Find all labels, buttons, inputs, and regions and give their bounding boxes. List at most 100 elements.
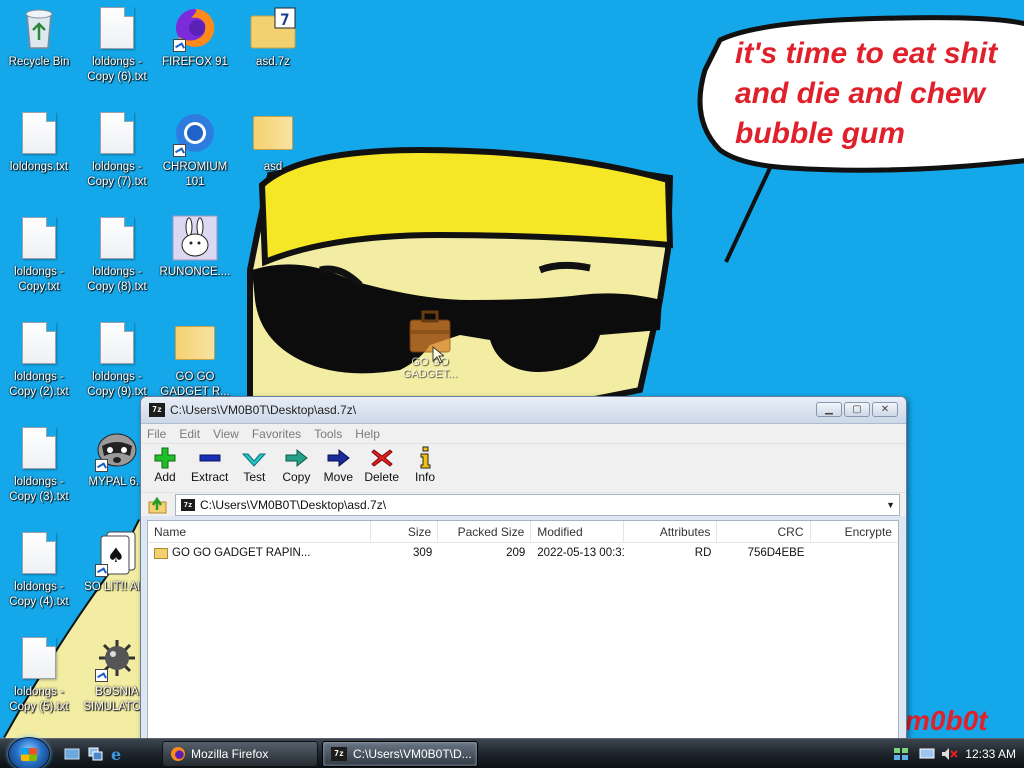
icon-label: loldongs - Copy (4).txt [9,581,69,608]
desktop-icon-txt[interactable]: loldongs - Copy (3).txt [1,424,77,524]
folder-icon [154,547,168,559]
text-file-icon [22,427,56,469]
menu-file[interactable]: File [147,427,166,441]
text-file-icon [22,322,56,364]
column-crc[interactable]: CRC [717,521,811,542]
taskbar: e Mozilla Firefox 7z C:\Users\VM0B0T\D..… [0,737,1024,768]
taskbar-button-7zip[interactable]: 7z C:\Users\VM0B0T\D... [322,741,478,767]
desktop-icon-7z[interactable]: 7 asd.7z [235,4,311,104]
archive-7z-icon: 7 [250,7,296,49]
dragged-item-label: GO GO GADGET... [402,356,458,380]
desktop-icon-txt[interactable]: loldongs.txt [1,109,77,209]
window-title-bar[interactable]: 7z C:\Users\VM0B0T\Desktop\asd.7z\ ▁ ▢ ✕ [141,397,906,424]
display-icon[interactable] [919,747,937,761]
chevron-down-icon[interactable]: ▼ [886,500,895,510]
info-icon [420,446,431,469]
desktop-icon-recycle-bin[interactable]: Recycle Bin [1,4,77,104]
desktop-icon-txt[interactable]: loldongs - Copy (7).txt [79,109,155,209]
column-encrypted[interactable]: Encrypte [811,521,898,542]
table-row[interactable]: GO GO GADGET RAPIN... 309 209 2022-05-13… [148,543,898,563]
menu-view[interactable]: View [213,427,239,441]
column-modified[interactable]: Modified [531,521,625,542]
desktop-icon-txt[interactable]: loldongs - Copy (4).txt [1,529,77,629]
cell-name: GO GO GADGET RAPIN... [172,547,311,559]
desktop-icon-firefox[interactable]: FIREFOX 91 [157,4,233,104]
menu-favorites[interactable]: Favorites [252,427,301,441]
icon-label: loldongs - Copy (3).txt [9,476,69,503]
speech-line-2: and die and chew [735,77,987,110]
copy-button[interactable]: Copy [280,446,312,484]
desktop-icon-txt[interactable]: loldongs - Copy (6).txt [79,4,155,104]
desktop-icon-chromium[interactable]: CHROMIUM 101 [157,109,233,209]
up-folder-button[interactable] [147,495,169,515]
volume-muted-icon[interactable] [941,747,959,761]
internet-explorer-icon[interactable]: e [111,747,127,761]
list-header: Name Size Packed Size Modified Attribute… [148,521,898,543]
desktop-icon-txt[interactable]: loldongs - Copy.txt [1,214,77,314]
desktop-icon-folder[interactable]: asd [235,109,311,209]
text-file-icon [22,112,56,154]
extract-icon [199,454,221,462]
speech-line-3: bubble gum [735,117,905,150]
menu-bar: File Edit View Favorites Tools Help [141,424,906,444]
7zip-file-manager-window[interactable]: 7z C:\Users\VM0B0T\Desktop\asd.7z\ ▁ ▢ ✕… [140,396,907,738]
speech-line-1: it's time to eat shit [735,37,999,70]
desktop-icon-txt[interactable]: loldongs - Copy (2).txt [1,319,77,419]
text-file-icon [22,532,56,574]
show-desktop-icon[interactable] [64,747,80,761]
shortcut-arrow-icon [95,669,108,682]
bunny-icon [172,215,218,261]
7zip-app-icon: 7z [331,747,347,761]
folder-icon [253,116,293,150]
add-icon [154,447,176,469]
minimize-button[interactable]: ▁ [816,402,842,417]
window-title: C:\Users\VM0B0T\Desktop\asd.7z\ [170,403,357,417]
icon-label: loldongs.txt [9,161,69,173]
delete-icon [370,449,393,467]
path-combobox[interactable]: 7z C:\Users\VM0B0T\Desktop\asd.7z\ ▼ [175,493,900,516]
icon-label: loldongs - Copy (2).txt [9,371,69,398]
start-button[interactable] [8,737,50,768]
text-file-icon [22,637,56,679]
text-file-icon [100,112,134,154]
desktop-icon-txt[interactable]: loldongs - Copy (5).txt [1,634,77,734]
switch-windows-icon[interactable] [88,747,104,761]
column-name[interactable]: Name [148,521,371,542]
text-file-icon [100,7,134,49]
info-button[interactable]: Info [409,446,441,484]
text-file-icon [100,217,134,259]
column-packed-size[interactable]: Packed Size [438,521,532,542]
taskbar-button-firefox[interactable]: Mozilla Firefox [162,741,318,767]
move-button[interactable]: Move [322,446,354,484]
close-button[interactable]: ✕ [872,402,898,417]
network-icon[interactable] [893,747,909,761]
clock[interactable]: 12:33 AM [965,747,1016,761]
desktop-icon-runonce[interactable]: RUNONCE.... [157,214,233,314]
delete-button[interactable]: Delete [364,446,399,484]
system-tray: 12:33 AM [893,739,1024,768]
move-icon [327,448,351,468]
test-icon [242,453,267,467]
menu-edit[interactable]: Edit [179,427,200,441]
7zip-app-icon: 7z [149,403,165,417]
cell-packed: 209 [506,547,526,559]
folder-icon [175,326,215,360]
taskbar-button-label: Mozilla Firefox [191,747,269,761]
icon-label: asd [263,161,283,173]
menu-help[interactable]: Help [355,427,380,441]
add-button[interactable]: Add [149,446,181,484]
icon-label: asd.7z [256,56,290,68]
menu-tools[interactable]: Tools [314,427,342,441]
maximize-button[interactable]: ▢ [844,402,870,417]
test-button[interactable]: Test [238,446,270,484]
extract-button[interactable]: Extract [191,446,228,484]
icon-label: CHROMIUM 101 [162,161,228,188]
briefcase-icon [409,310,451,353]
cell-crc: 756D4EBE [747,547,805,559]
firefox-icon [171,747,185,761]
column-attributes[interactable]: Attributes [624,521,718,542]
column-size[interactable]: Size [371,521,439,542]
file-list[interactable]: Name Size Packed Size Modified Attribute… [147,520,899,738]
mouse-cursor-icon [432,346,444,364]
desktop-icon-txt[interactable]: loldongs - Copy (8).txt [79,214,155,314]
